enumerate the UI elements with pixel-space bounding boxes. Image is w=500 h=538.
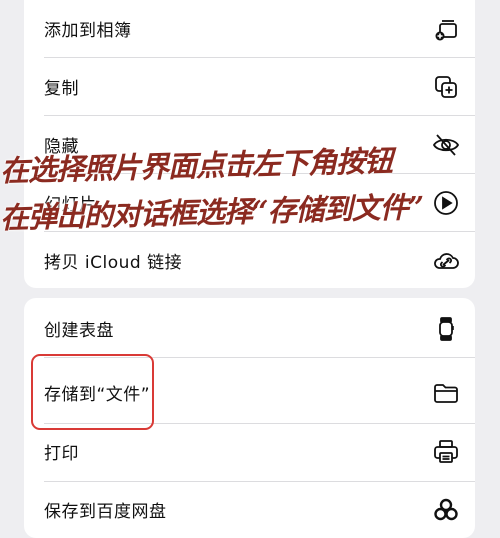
watch-icon	[431, 314, 461, 344]
save-to-baidu-netdisk-label: 保存到百度网盘	[44, 502, 167, 522]
save-to-baidu-netdisk-row[interactable]: 保存到百度网盘	[24, 481, 475, 538]
add-to-album-icon	[431, 14, 461, 44]
baidu-netdisk-icon	[431, 495, 461, 525]
highlight-box	[31, 354, 154, 430]
eye-slash-icon	[431, 130, 461, 160]
create-watch-face-label: 创建表盘	[44, 321, 114, 341]
print-label: 打印	[44, 444, 79, 464]
cloud-link-icon	[431, 246, 461, 276]
add-to-album-label: 添加到相簿	[44, 21, 132, 41]
copy-row[interactable]: 复制	[24, 58, 475, 115]
printer-icon	[431, 437, 461, 467]
add-to-album-row[interactable]: 添加到相簿	[24, 0, 475, 57]
create-watch-face-row[interactable]: 创建表盘	[24, 300, 475, 357]
play-circle-icon	[431, 188, 461, 218]
print-row[interactable]: 打印	[24, 423, 475, 480]
folder-icon	[431, 378, 461, 408]
copy-icon	[431, 72, 461, 102]
copy-icloud-link-row[interactable]: 拷贝 iCloud 链接	[24, 232, 475, 288]
copy-icloud-link-label: 拷贝 iCloud 链接	[44, 253, 183, 273]
copy-label: 复制	[44, 79, 79, 99]
